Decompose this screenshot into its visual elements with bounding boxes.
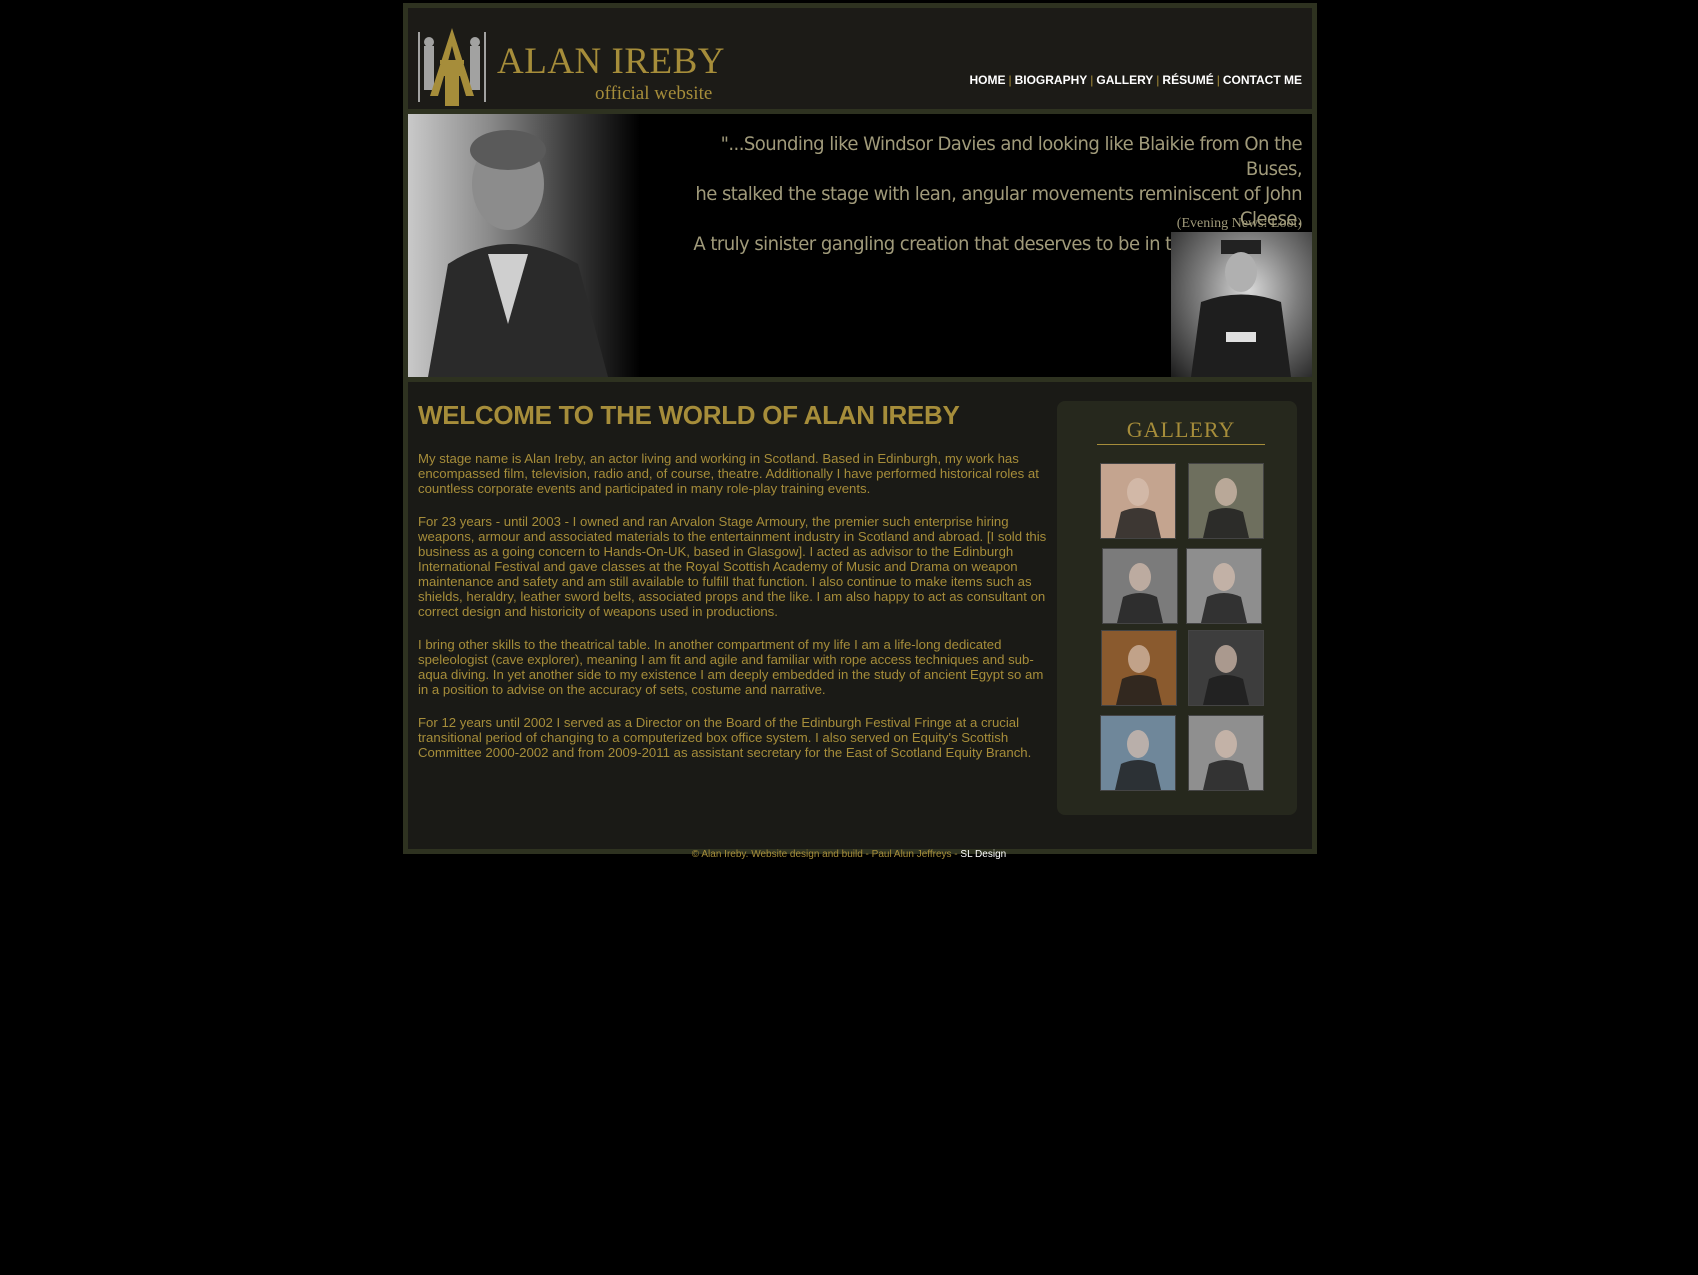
nav-separator: | xyxy=(1216,73,1220,87)
banner-divider xyxy=(408,377,1312,382)
logo-subtitle: official website xyxy=(595,83,713,104)
site-header: ALAN IREBY official website HOME | BIOGRAP… xyxy=(408,8,1312,109)
hero-banner: "...Sounding like Windsor Davies and loo… xyxy=(408,114,1312,377)
nav-home[interactable]: HOME xyxy=(969,73,1005,87)
logo-title: ALAN IREBY xyxy=(497,41,726,82)
gallery-thumbnail[interactable] xyxy=(1188,463,1264,539)
gallery-heading: GALLERY xyxy=(1126,417,1236,442)
gallery-thumbnail[interactable] xyxy=(1101,630,1177,706)
gallery-thumbnail[interactable] xyxy=(1102,548,1178,624)
site-logo[interactable]: ALAN IREBY official website xyxy=(412,24,725,108)
gallery-photo-icon xyxy=(1102,631,1176,705)
gallery-photo-icon xyxy=(1101,464,1175,538)
portrait-photo-icon xyxy=(428,130,608,377)
page-title: WELCOME TO THE WORLD OF ALAN IREBY xyxy=(418,400,960,430)
nav-resume[interactable]: RÉSUMÉ xyxy=(1162,73,1213,87)
page-frame: ALAN IREBY official website HOME | BIOGRAP… xyxy=(403,3,1317,854)
main-content: WELCOME TO THE WORLD OF ALAN IREBY My st… xyxy=(418,400,1048,760)
nav-contact[interactable]: CONTACT ME xyxy=(1223,73,1302,87)
gallery-photo-icon xyxy=(1103,549,1177,623)
main-nav: HOME | BIOGRAPHY | GALLERY | RÉSUMÉ | CONTACT ME xyxy=(969,73,1302,87)
portrait-photo xyxy=(408,114,640,377)
gallery-thumbnail[interactable] xyxy=(1188,630,1264,706)
nav-biography[interactable]: BIOGRAPHY xyxy=(1015,73,1088,87)
nav-separator: | xyxy=(1008,73,1012,87)
gallery-photo-icon xyxy=(1189,464,1263,538)
quote-source: (Evening News: Loot) xyxy=(1176,216,1302,231)
armoury-paragraph: For 23 years - until 2003 - I owned and … xyxy=(418,514,1047,619)
intro-paragraph: My stage name is Alan Ireby, an actor li… xyxy=(418,451,1039,496)
footer-credit: © Alan Ireby. Website design and build -… xyxy=(691,849,961,860)
gallery-photo-icon xyxy=(1189,716,1263,790)
gallery-photo-icon xyxy=(1189,631,1263,705)
gallery-thumbnail[interactable] xyxy=(1188,715,1264,791)
footer-designer-link[interactable]: SL Design xyxy=(960,849,1006,860)
uniform-photo-icon xyxy=(1191,240,1291,377)
gallery-thumbnail[interactable] xyxy=(1100,715,1176,791)
gallery-thumbnail[interactable] xyxy=(1186,548,1262,624)
gallery-panel: GALLERY xyxy=(1057,401,1297,815)
skills-paragraph: I bring other skills to the theatrical t… xyxy=(418,637,1044,697)
gallery-photo-icon xyxy=(1101,716,1175,790)
nav-gallery[interactable]: GALLERY xyxy=(1096,73,1153,87)
gallery-photo-icon xyxy=(1187,549,1261,623)
site-footer: © Alan Ireby. Website design and build -… xyxy=(0,849,1698,860)
gallery-thumbnail[interactable] xyxy=(1100,463,1176,539)
quote-line: "...Sounding like Windsor Davies and loo… xyxy=(720,133,1303,180)
uniform-photo xyxy=(1171,232,1312,377)
fringe-paragraph: For 12 years until 2002 I served as a Di… xyxy=(418,715,1032,760)
gallery-heading-underline xyxy=(1097,444,1265,445)
